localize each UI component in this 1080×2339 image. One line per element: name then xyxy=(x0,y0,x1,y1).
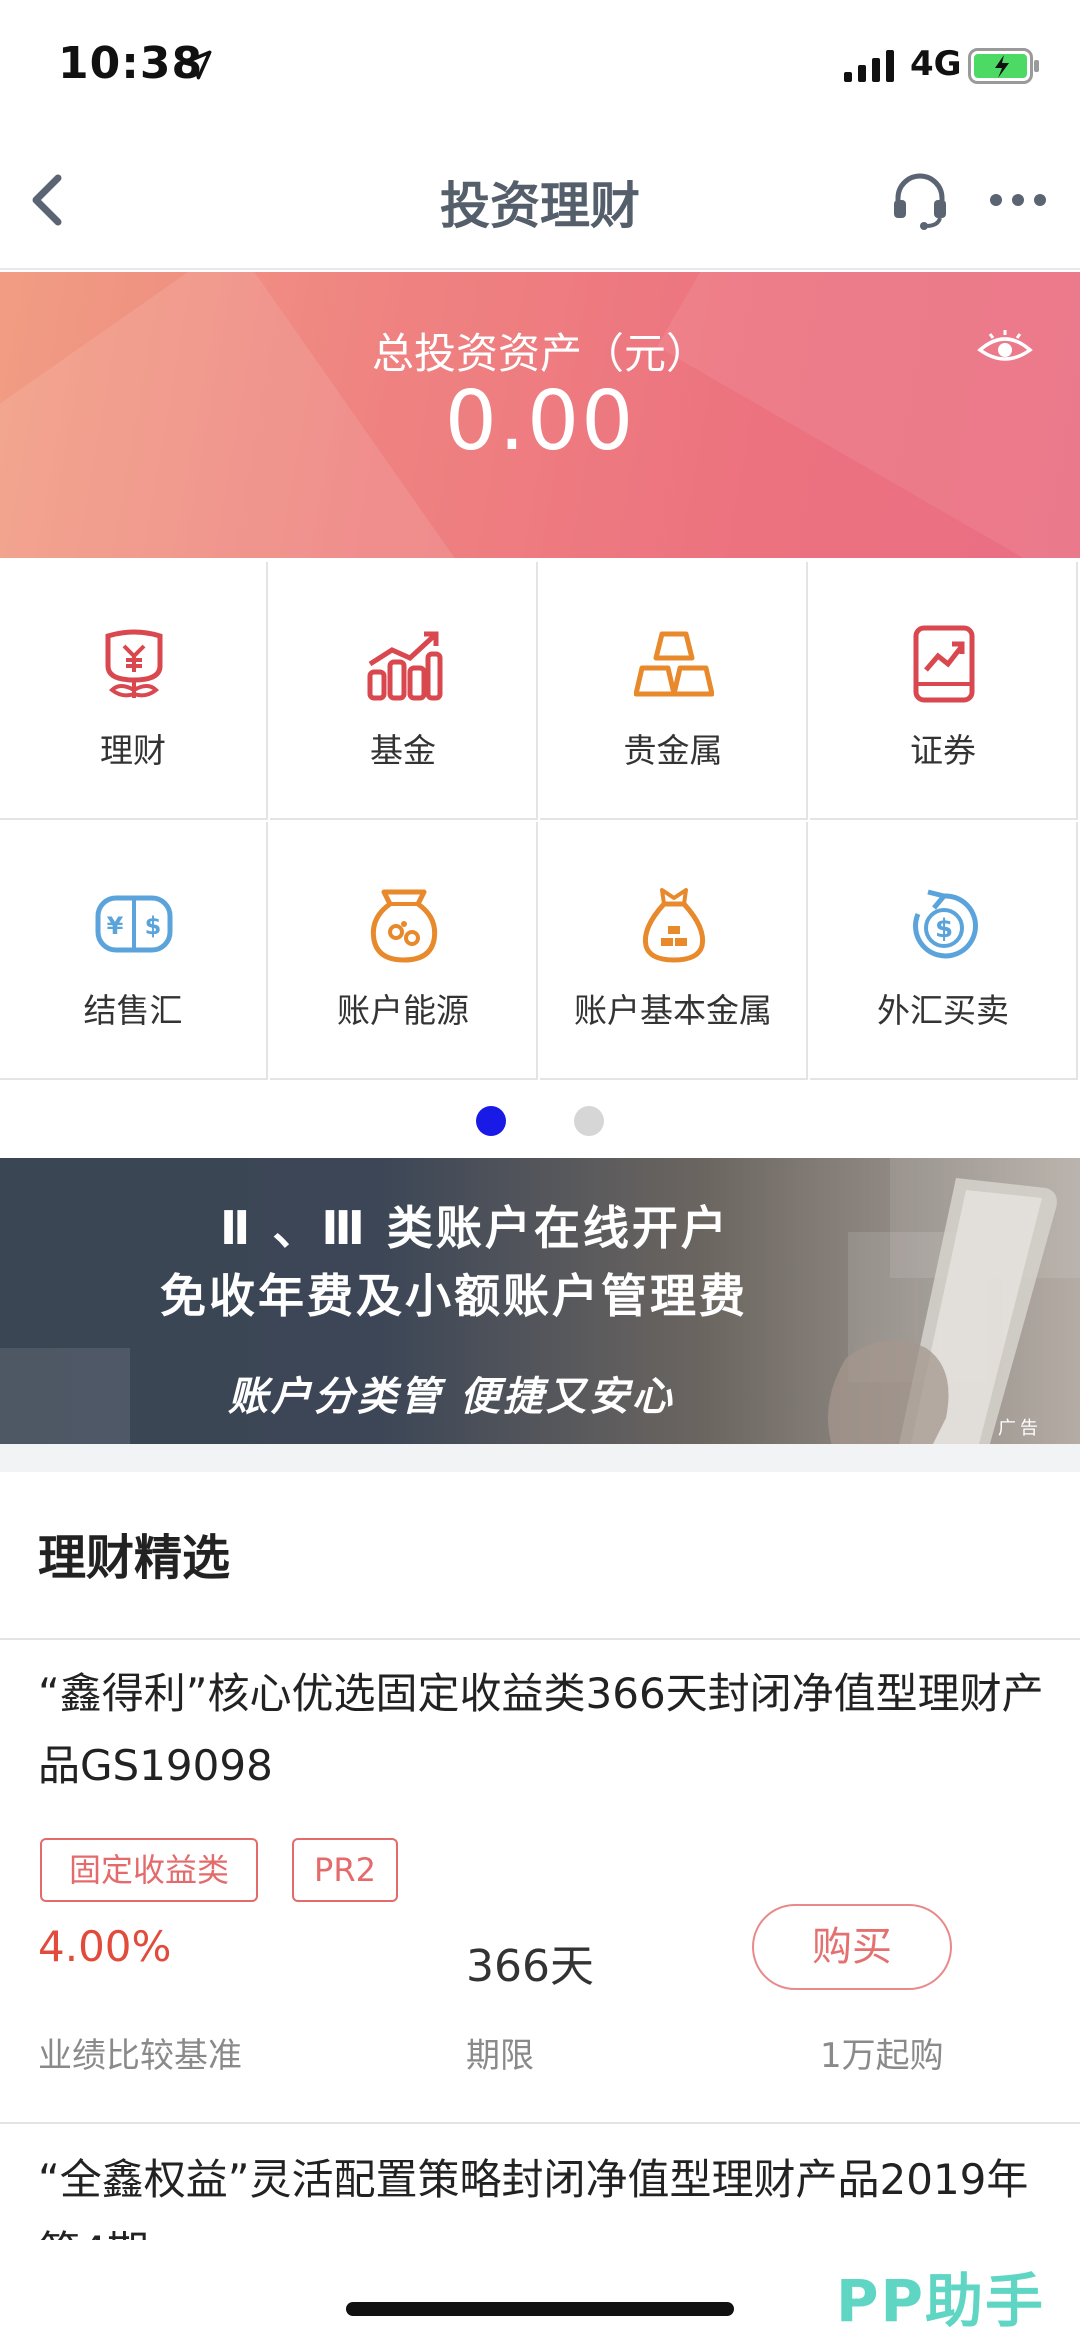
grid-item-label: 外汇买卖 xyxy=(877,991,1009,1030)
network-type: 4G xyxy=(910,44,962,84)
banner-subheadline: 免收年费及小额账户管理费 xyxy=(160,1269,748,1323)
headset-icon[interactable] xyxy=(888,168,952,232)
grid-item-label: 账户基本金属 xyxy=(574,991,772,1030)
promo-banner[interactable]: Ⅱ 、Ⅲ 类账户在线开户 免收年费及小额账户管理费 账户分类管 便捷又安心 广告 xyxy=(0,1158,1080,1444)
product-title[interactable]: “全鑫权益”灵活配置策略封闭净值型理财产品2019年第4期 xyxy=(38,2144,1048,2240)
grid-item-account-base-metals[interactable]: 账户基本金属 xyxy=(540,822,808,1080)
ad-label: 广告 xyxy=(998,1418,1042,1439)
product-title[interactable]: “鑫得利”核心优选固定收益类366天封闭净值型理财产品GS19098 xyxy=(38,1658,1048,1802)
divider xyxy=(0,1638,1080,1640)
nav-bar: 投资理财 xyxy=(0,130,1080,270)
grid-item-label: 证券 xyxy=(910,731,976,770)
banner-slogan: 账户分类管 便捷又安心 xyxy=(228,1374,675,1420)
product-tag: 固定收益类 xyxy=(40,1838,258,1902)
grid-item-securities[interactable]: 证券 xyxy=(810,562,1078,820)
grid-item-label: 理财 xyxy=(100,731,166,770)
section-title: 理财精选 xyxy=(38,1530,231,1586)
eye-icon[interactable] xyxy=(976,328,1034,368)
risk-level-tag: PR2 xyxy=(292,1838,398,1902)
battery-icon xyxy=(968,48,1039,84)
grid-item-label: 贵金属 xyxy=(623,731,723,770)
min-purchase-label: 1万起购 xyxy=(820,2036,944,2076)
grid-item-label: 基金 xyxy=(370,731,436,770)
watermark-logo: PP助手 xyxy=(836,2267,1046,2335)
svg-text:$: $ xyxy=(145,912,162,940)
grid-item-fund[interactable]: 基金 xyxy=(270,562,538,820)
product-term: 366天 xyxy=(466,1941,594,1992)
svg-text:¥: ¥ xyxy=(107,912,124,940)
home-indicator[interactable] xyxy=(346,2302,734,2316)
gold-bars-icon xyxy=(634,631,714,697)
money-bag-icon xyxy=(642,888,706,963)
term-label: 期限 xyxy=(466,2036,534,2076)
function-grid: 理财 基金 贵金属 证券 ¥ $ 结售汇 账户能源 账户基本金属 $ 外汇买卖 xyxy=(0,562,1080,1080)
svg-text:$: $ xyxy=(935,914,953,944)
energy-jar-icon xyxy=(370,889,438,963)
total-assets-value: 0.00 xyxy=(444,374,636,469)
currency-exchange-icon: ¥ $ xyxy=(95,895,173,953)
buy-button[interactable]: 购买 xyxy=(752,1904,952,1990)
banner-decoration xyxy=(0,1348,130,1444)
total-assets-card: 总投资资产（元） 0.00 xyxy=(0,272,1080,558)
rate-label: 业绩比较基准 xyxy=(38,2036,242,2076)
grid-item-fx-trading[interactable]: $ 外汇买卖 xyxy=(810,822,1078,1080)
total-assets-label: 总投资资产（元） xyxy=(371,329,708,378)
tablet-chart-icon xyxy=(913,625,975,703)
grid-item-wealth[interactable]: 理财 xyxy=(0,562,268,820)
phone-in-hand-image xyxy=(828,1178,1057,1444)
bar-chart-up-icon xyxy=(367,631,443,701)
grid-item-precious-metals[interactable]: 贵金属 xyxy=(540,562,808,820)
product-rate: 4.00% xyxy=(38,1922,172,1971)
location-arrow-icon xyxy=(182,50,212,80)
banner-headline: Ⅱ 、Ⅲ 类账户在线开户 xyxy=(220,1201,730,1255)
grid-item-label: 结售汇 xyxy=(83,991,183,1030)
page-indicator-dot-active[interactable] xyxy=(476,1106,506,1136)
more-icon[interactable] xyxy=(988,192,1048,208)
dollar-cycle-icon: $ xyxy=(913,889,979,959)
grid-item-fx-settlement[interactable]: ¥ $ 结售汇 xyxy=(0,822,268,1080)
status-bar: 10:38 4G xyxy=(0,0,1080,130)
grid-item-label: 账户能源 xyxy=(337,991,469,1030)
grid-item-account-energy[interactable]: 账户能源 xyxy=(270,822,538,1080)
rose-yen-icon xyxy=(105,629,163,698)
signal-icon xyxy=(844,50,894,82)
section-gap xyxy=(0,1444,1080,1472)
divider xyxy=(0,2122,1080,2124)
page-indicator-dot[interactable] xyxy=(574,1106,604,1136)
